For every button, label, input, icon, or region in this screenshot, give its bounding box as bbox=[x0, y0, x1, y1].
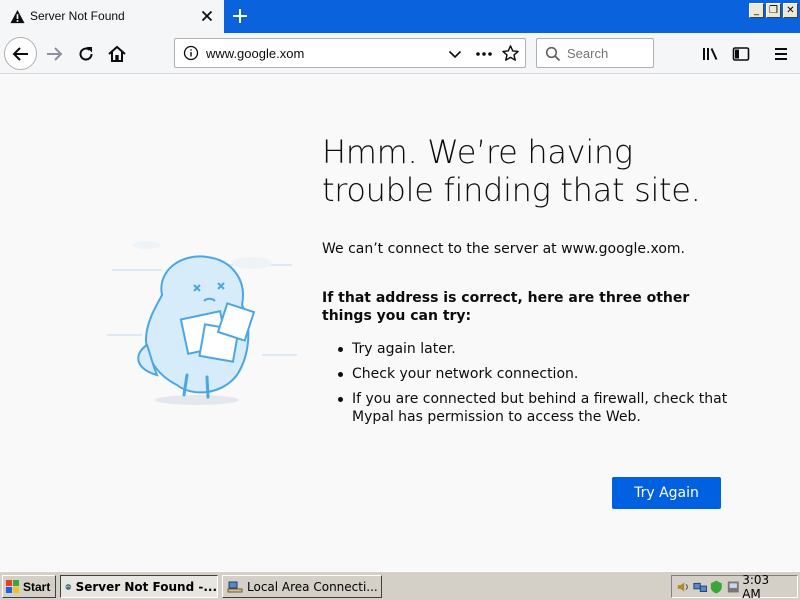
warning-icon bbox=[10, 9, 25, 24]
page-actions-dots-icon[interactable] bbox=[475, 46, 493, 62]
network-connection-icon bbox=[227, 581, 243, 592]
list-item: Try again later. bbox=[338, 340, 732, 358]
reload-icon[interactable] bbox=[76, 44, 96, 64]
start-button[interactable]: Start bbox=[2, 575, 56, 598]
start-label: Start bbox=[23, 579, 51, 594]
close-window-button[interactable]: ✕ bbox=[783, 3, 798, 18]
error-page: Hmm. We’re having trouble finding that s… bbox=[0, 75, 800, 571]
tab-title: Server Not Found bbox=[30, 9, 125, 23]
suggestions-heading: If that address is correct, here are thr… bbox=[322, 290, 690, 324]
search-icon bbox=[545, 46, 561, 62]
tray-security-icon[interactable] bbox=[709, 579, 724, 595]
list-item: If you are connected but behind a firewa… bbox=[338, 390, 732, 426]
error-message: We can’t connect to the server at www.go… bbox=[322, 241, 685, 257]
home-icon[interactable] bbox=[107, 44, 127, 64]
browser-app-icon bbox=[65, 583, 72, 590]
confused-monster-illustration bbox=[107, 241, 297, 405]
list-item: Check your network connection. bbox=[338, 365, 732, 383]
url-text[interactable]: www.google.xom bbox=[206, 46, 304, 61]
suggestions-list: Try again later. Check your network conn… bbox=[338, 340, 732, 433]
info-icon[interactable] bbox=[183, 45, 199, 61]
url-bar[interactable]: www.google.xom bbox=[174, 38, 526, 68]
tray-app-icon[interactable] bbox=[726, 579, 741, 595]
new-tab-plus-icon[interactable] bbox=[230, 6, 250, 26]
search-input[interactable] bbox=[567, 44, 651, 62]
sidebar-icon[interactable] bbox=[731, 44, 751, 64]
tray-network-icon[interactable] bbox=[693, 579, 708, 595]
chevron-down-icon[interactable] bbox=[447, 46, 463, 62]
window-controls: _ ❐ ✕ bbox=[749, 3, 798, 18]
taskbar-item-network[interactable]: Local Area Connecti... bbox=[222, 575, 382, 598]
tab-close-icon[interactable] bbox=[199, 8, 215, 24]
taskbar-item-label: Local Area Connecti... bbox=[247, 579, 378, 594]
search-bar[interactable] bbox=[536, 38, 654, 68]
minimize-button[interactable]: _ bbox=[749, 3, 764, 18]
system-tray: 3:03 AM bbox=[671, 572, 798, 600]
forward-arrow-icon[interactable] bbox=[44, 44, 64, 64]
page-title: Hmm. We’re having trouble finding that s… bbox=[322, 133, 701, 209]
tray-speaker-icon[interactable] bbox=[676, 579, 691, 595]
restore-button[interactable]: ❐ bbox=[766, 3, 781, 18]
try-again-button[interactable]: Try Again bbox=[612, 477, 721, 509]
taskbar: Start Server Not Found -... Local Area C… bbox=[0, 571, 800, 600]
bookmark-star-icon[interactable] bbox=[501, 44, 520, 63]
clock: 3:03 AM bbox=[742, 572, 770, 600]
back-arrow-icon bbox=[12, 46, 28, 61]
back-button[interactable] bbox=[4, 37, 37, 70]
windows-logo-icon bbox=[6, 579, 19, 593]
library-icon[interactable] bbox=[700, 44, 720, 64]
tab-server-not-found[interactable]: Server Not Found bbox=[0, 0, 224, 33]
taskbar-item-label: Server Not Found -... bbox=[75, 579, 217, 594]
navigation-toolbar: www.google.xom bbox=[0, 33, 800, 74]
taskbar-item-browser[interactable]: Server Not Found -... bbox=[60, 575, 218, 598]
hamburger-menu-icon[interactable] bbox=[771, 44, 791, 64]
tab-strip: Server Not Found _ ❐ ✕ bbox=[0, 0, 800, 33]
